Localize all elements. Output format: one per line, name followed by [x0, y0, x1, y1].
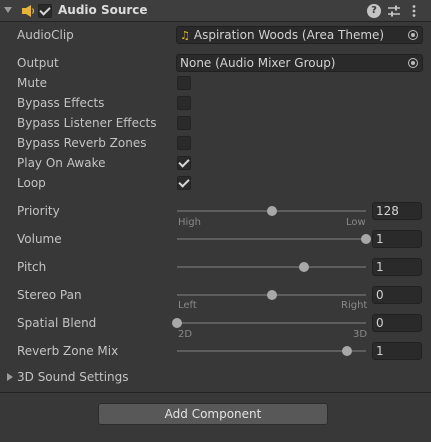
component-header[interactable]: Audio Source ?: [0, 0, 431, 22]
stereo-pan-value-field[interactable]: 0: [372, 286, 422, 304]
pitch-slider-track[interactable]: [177, 266, 366, 268]
bypass-listener-effects-checkbox[interactable]: [177, 116, 191, 130]
component-enabled-checkbox[interactable]: [38, 4, 52, 18]
reverb-zone-mix-label: Reverb Zone Mix: [17, 344, 119, 358]
play-on-awake-label: Play On Awake: [17, 156, 106, 170]
presets-icon[interactable]: [387, 4, 401, 18]
audioclip-field[interactable]: ♫ Aspiration Woods (Area Theme): [176, 26, 423, 44]
more-menu-icon[interactable]: [407, 4, 421, 18]
audio-source-speaker-icon: [22, 5, 35, 17]
volume-slider-track[interactable]: [177, 238, 366, 240]
bypass-effects-label: Bypass Effects: [17, 96, 105, 110]
spatial-blend-value-field[interactable]: 0: [372, 314, 422, 332]
bypass-listener-effects-label: Bypass Listener Effects: [17, 116, 157, 130]
volume-value-field[interactable]: 1: [372, 230, 422, 248]
foldout-arrow-icon[interactable]: [7, 373, 13, 381]
priority-value-field[interactable]: 128: [372, 202, 422, 220]
priority-max-label: Low: [346, 217, 366, 228]
stereo-pan-max-label: Right: [341, 300, 368, 311]
audio-note-icon: ♫: [180, 29, 190, 42]
bypass-reverb-zones-label: Bypass Reverb Zones: [17, 136, 147, 150]
pitch-value-field[interactable]: 1: [372, 258, 422, 276]
stereo-pan-slider-thumb[interactable]: [266, 290, 277, 300]
stereo-pan-label: Stereo Pan: [17, 288, 82, 302]
mute-label: Mute: [17, 76, 48, 90]
reverb-zone-mix-slider-track[interactable]: [177, 350, 366, 352]
spatial-blend-slider-thumb[interactable]: [172, 318, 182, 328]
reverb-zone-mix-slider-thumb[interactable]: [342, 346, 353, 356]
priority-label: Priority: [17, 204, 60, 218]
bypass-effects-checkbox[interactable]: [177, 96, 191, 110]
loop-label: Loop: [17, 176, 46, 190]
spatial-blend-slider-track[interactable]: [177, 322, 366, 324]
mute-checkbox[interactable]: [177, 76, 191, 90]
help-icon[interactable]: ?: [367, 4, 381, 18]
volume-slider-thumb[interactable]: [361, 234, 371, 244]
stereo-pan-min-label: Left: [178, 300, 197, 311]
audioclip-value: Aspiration Woods (Area Theme): [193, 28, 385, 42]
3d-sound-settings-foldout[interactable]: 3D Sound Settings: [17, 370, 129, 384]
spatial-blend-min-label: 2D: [178, 329, 193, 340]
audioclip-label: AudioClip: [17, 28, 74, 42]
priority-min-label: High: [178, 217, 201, 228]
bypass-reverb-zones-checkbox[interactable]: [177, 136, 191, 150]
divider: [0, 392, 431, 393]
priority-slider-thumb[interactable]: [266, 206, 277, 216]
reverb-zone-mix-value-field[interactable]: 1: [372, 342, 422, 360]
output-value: None (Audio Mixer Group): [180, 56, 336, 70]
object-picker-icon[interactable]: [408, 58, 418, 68]
play-on-awake-checkbox[interactable]: [177, 156, 191, 170]
output-field[interactable]: None (Audio Mixer Group): [176, 54, 423, 72]
add-component-button[interactable]: Add Component: [98, 403, 328, 425]
pitch-label: Pitch: [17, 260, 47, 274]
component-title: Audio Source: [58, 3, 148, 17]
pitch-slider-thumb[interactable]: [298, 262, 309, 272]
output-label: Output: [17, 56, 59, 70]
object-picker-icon[interactable]: [408, 30, 418, 40]
spatial-blend-max-label: 3D: [353, 329, 368, 340]
foldout-arrow-icon[interactable]: [4, 7, 12, 13]
volume-label: Volume: [17, 232, 62, 246]
spatial-blend-label: Spatial Blend: [17, 316, 97, 330]
loop-checkbox[interactable]: [177, 176, 191, 190]
